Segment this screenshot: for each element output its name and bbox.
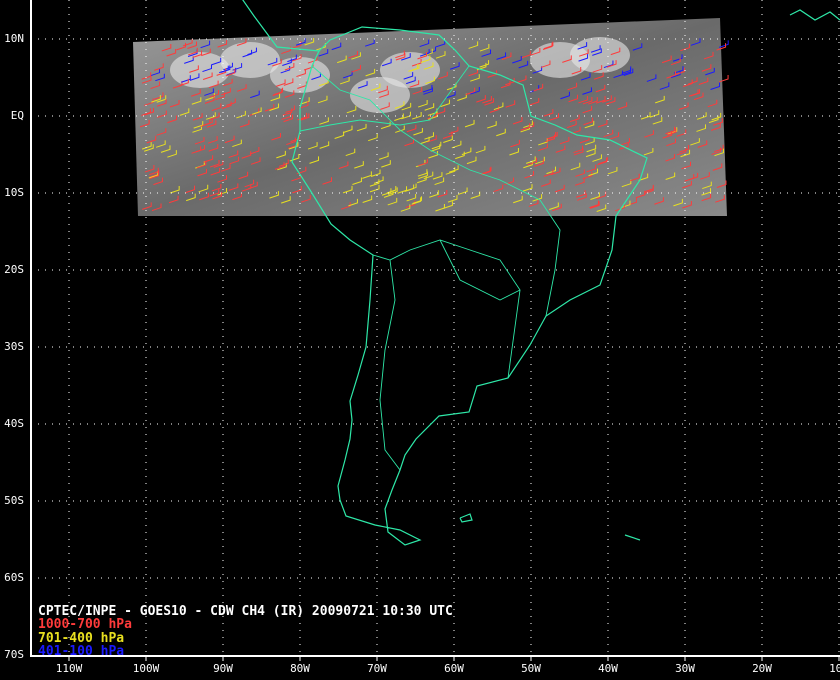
lat-label: 10S bbox=[4, 186, 24, 199]
satellite-wind-map: 10N EQ 10S 20S 30S 40S 50S 60S 70S 110W 100W 90W 80… bbox=[0, 0, 840, 680]
country-borders bbox=[379, 259, 401, 471]
lat-label: 40S bbox=[4, 417, 24, 430]
lon-label: 70W bbox=[367, 662, 387, 675]
lon-label: 10W bbox=[829, 662, 840, 675]
lat-label: 60S bbox=[4, 571, 24, 584]
lat-label: 20S bbox=[4, 263, 24, 276]
lon-label: 80W bbox=[290, 662, 310, 675]
cloud-patch bbox=[570, 37, 630, 73]
lon-label: 30W bbox=[675, 662, 695, 675]
lon-label: 100W bbox=[132, 662, 160, 675]
lon-label: 110W bbox=[55, 662, 83, 675]
lat-label: 50S bbox=[4, 494, 24, 507]
lat-label: 10N bbox=[4, 32, 24, 45]
lon-label: 60W bbox=[444, 662, 464, 675]
south-georgia bbox=[624, 534, 641, 541]
legend-low-level: 1000-700 hPa bbox=[38, 617, 132, 632]
satellite-image-strip bbox=[133, 18, 727, 216]
lon-label: 20W bbox=[752, 662, 772, 675]
lat-label: 30S bbox=[4, 340, 24, 353]
lon-label: 50W bbox=[521, 662, 541, 675]
caribbean-islands bbox=[789, 9, 840, 21]
falklands bbox=[459, 513, 473, 523]
lon-label: 40W bbox=[598, 662, 618, 675]
lat-label: 70S bbox=[4, 648, 24, 661]
map-canvas bbox=[30, 0, 840, 661]
country-borders bbox=[372, 239, 521, 379]
lon-label: 90W bbox=[213, 662, 233, 675]
cloud-patch bbox=[350, 77, 410, 113]
lat-label: EQ bbox=[10, 109, 24, 122]
legend-high-level: 401-100 hPa bbox=[38, 644, 125, 659]
